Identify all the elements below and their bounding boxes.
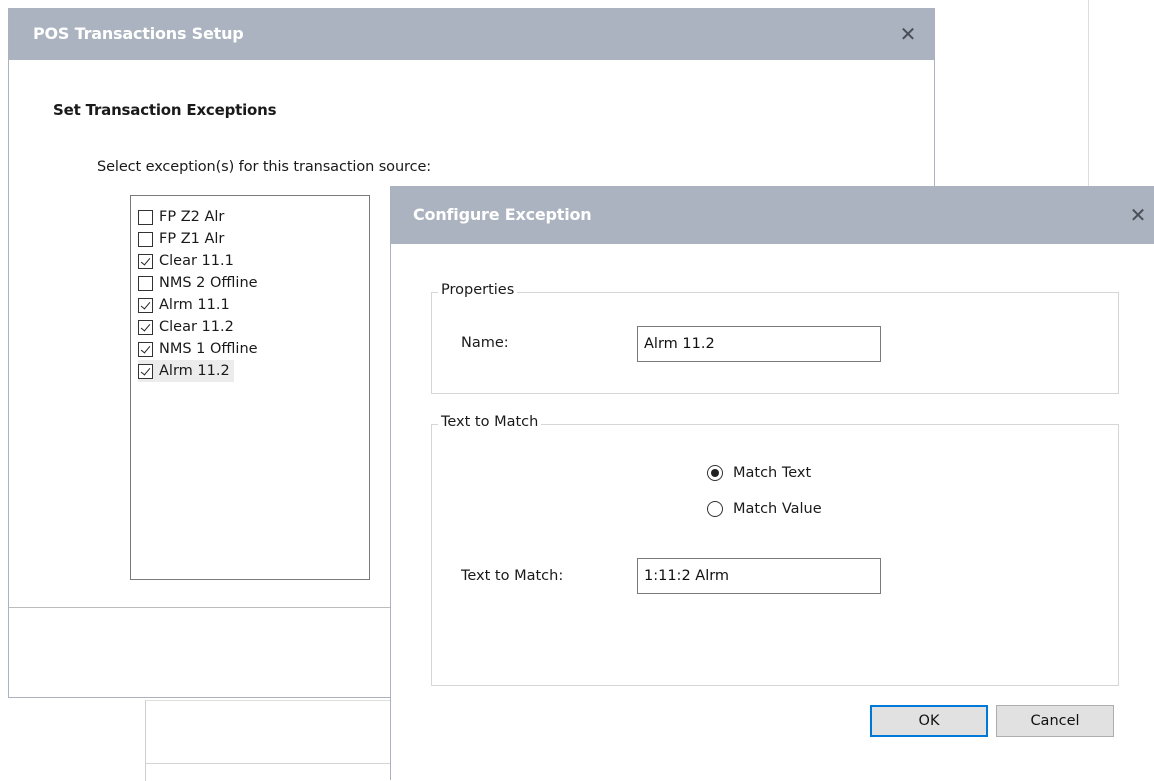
checkbox[interactable] — [138, 231, 153, 247]
list-item-label: Alrm 11.2 — [159, 363, 230, 379]
list-item-fp-z2-alr[interactable]: FP Z2 Alr — [138, 206, 228, 228]
list-item-nms-2-offline[interactable]: NMS 2 Offline — [138, 272, 262, 294]
checkbox[interactable] — [138, 209, 153, 225]
footer-divider — [9, 607, 393, 608]
match-value-option[interactable]: Match Value — [707, 501, 822, 517]
text-to-match-label: Text to Match: — [461, 568, 564, 584]
ok-button[interactable]: OK — [870, 705, 988, 737]
background-window — [145, 700, 406, 781]
name-label: Name: — [461, 335, 509, 351]
list-item-label: Clear 11.1 — [159, 253, 234, 269]
list-item-clear-11-2[interactable]: Clear 11.2 — [138, 316, 238, 338]
text-to-match-input[interactable] — [637, 558, 881, 594]
match-text-option[interactable]: Match Text — [707, 465, 811, 481]
list-item-label: NMS 1 Offline — [159, 341, 258, 357]
section-heading: Set Transaction Exceptions — [53, 101, 277, 119]
text-to-match-legend: Text to Match — [438, 414, 542, 430]
properties-legend: Properties — [438, 282, 518, 298]
list-item-label: Alrm 11.1 — [159, 297, 230, 313]
checkbox[interactable] — [138, 363, 153, 379]
list-item-clear-11-1[interactable]: Clear 11.1 — [138, 250, 238, 272]
list-item-fp-z1-alr[interactable]: FP Z1 Alr — [138, 228, 228, 250]
exception-list[interactable]: FP Z2 Alr FP Z1 Alr Clear 11.1 NMS 2 Off… — [130, 195, 370, 580]
pos-dialog-title: POS Transactions Setup — [33, 24, 244, 43]
checkbox[interactable] — [138, 275, 153, 291]
name-input[interactable] — [637, 326, 881, 362]
radio-button[interactable] — [707, 465, 723, 481]
radio-button[interactable] — [707, 501, 723, 517]
list-item-label: FP Z1 Alr — [159, 231, 225, 247]
instruction-text: Select exception(s) for this transaction… — [97, 159, 432, 175]
checkbox[interactable] — [138, 341, 153, 357]
cancel-button[interactable]: Cancel — [996, 705, 1114, 737]
properties-group: Properties Name: — [431, 282, 1119, 394]
list-item-label: NMS 2 Offline — [159, 275, 258, 291]
match-text-label: Match Text — [733, 465, 812, 481]
match-value-label: Match Value — [733, 501, 822, 517]
background-window-divider — [146, 763, 406, 764]
checkbox[interactable] — [138, 297, 153, 313]
checkbox[interactable] — [138, 253, 153, 269]
close-icon[interactable]: ✕ — [1128, 205, 1148, 225]
close-icon[interactable]: ✕ — [898, 24, 918, 44]
list-item-alrm-11-1[interactable]: Alrm 11.1 — [138, 294, 234, 316]
list-item-nms-1-offline[interactable]: NMS 1 Offline — [138, 338, 262, 360]
pos-dialog-titlebar[interactable]: POS Transactions Setup ✕ — [9, 9, 934, 60]
list-item-label: FP Z2 Alr — [159, 209, 225, 225]
text-to-match-group: Text to Match Match Text Match Value Tex… — [431, 414, 1119, 686]
list-item-alrm-11-2[interactable]: Alrm 11.2 — [138, 360, 234, 382]
config-dialog-titlebar[interactable]: Configure Exception ✕ — [391, 186, 1154, 244]
config-dialog-title: Configure Exception — [413, 205, 592, 224]
configure-exception-dialog: Configure Exception ✕ Properties Name: T… — [390, 186, 1154, 780]
checkbox[interactable] — [138, 319, 153, 335]
list-item-label: Clear 11.2 — [159, 319, 234, 335]
